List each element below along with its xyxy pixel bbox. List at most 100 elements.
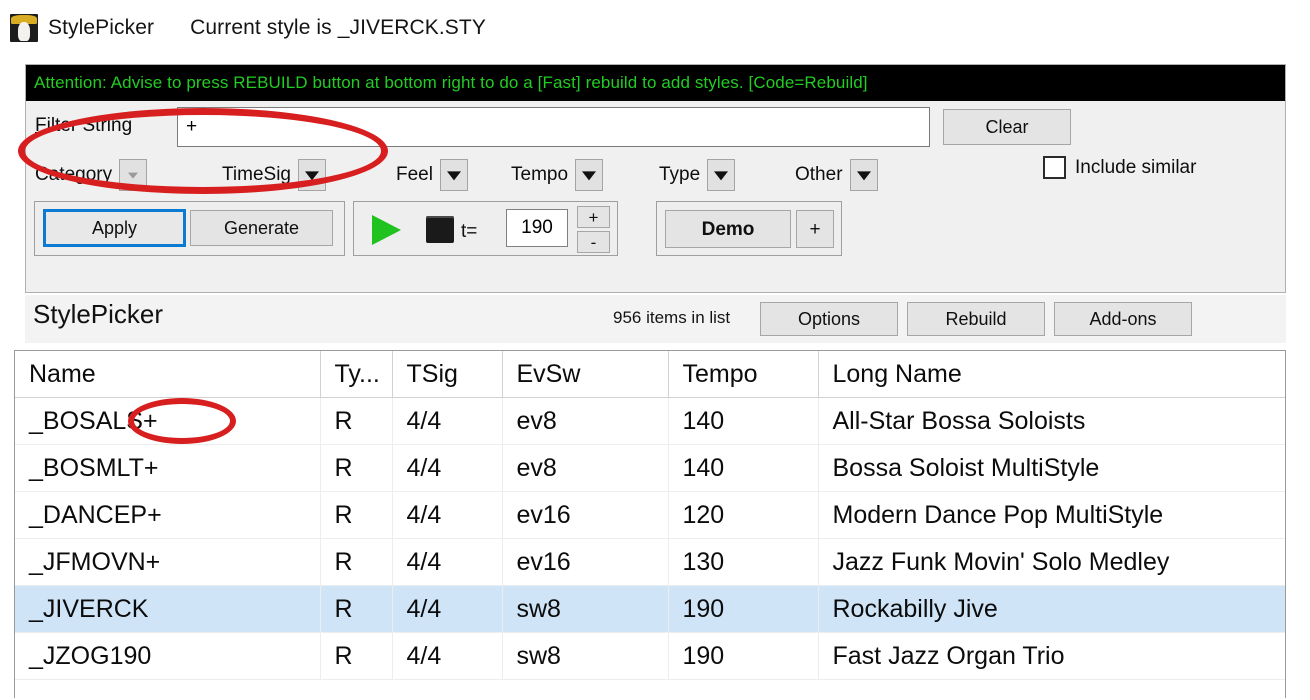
cell-tempo: 130 [668,539,818,586]
cell-tsig: 4/4 [392,633,502,680]
demo-group: Demo + [656,201,842,256]
title-bar: StylePicker Current style is _JIVERCK.ST… [0,0,1310,55]
tempo-decrement-button[interactable]: - [577,231,610,253]
dropdown-tempo-label: Tempo [511,164,568,186]
rebuild-button[interactable]: Rebuild [907,302,1045,336]
column-header-long-name[interactable]: Long Name [818,351,1285,398]
table-row[interactable]: _JIVERCKR4/4sw8190Rockabilly Jive [15,586,1285,633]
filter-dropdown-row: Category TimeSig Feel Tempo Type Other [26,153,1285,197]
cell-tempo: 140 [668,445,818,492]
dropdown-type[interactable]: Type [659,155,735,195]
dropdown-other-label: Other [795,164,843,186]
filter-string-label: Filter String [35,115,132,137]
dropdown-feel[interactable]: Feel [396,155,468,195]
cell-type: R [320,445,392,492]
chevron-down-icon[interactable] [440,159,468,191]
dropdown-other[interactable]: Other [795,155,878,195]
cell-tempo: 120 [668,492,818,539]
include-similar-label: Include similar [1075,157,1196,179]
stylepicker-window: StylePicker Current style is _JIVERCK.ST… [0,0,1310,700]
demo-button[interactable]: Demo [665,210,791,248]
table-row[interactable]: _JFMOVN+R4/4ev16130Jazz Funk Movin' Solo… [15,539,1285,586]
dropdown-category-label: Category [35,164,112,186]
cell-evsw: sw8 [502,633,668,680]
dropdown-feel-label: Feel [396,164,433,186]
filter-string-input[interactable] [177,107,930,147]
filter-accel-letter: F [35,115,47,136]
include-similar-checkbox-wrap[interactable]: Include similar [1043,156,1196,179]
cell-type: R [320,492,392,539]
cell-name: _JZOG190 [15,633,320,680]
tempo-input[interactable] [506,209,568,247]
dropdown-timesig[interactable]: TimeSig [222,155,326,195]
cell-type: R [320,539,392,586]
cell-name: _BOSALS+ [15,398,320,445]
dropdown-category[interactable]: Category [35,155,147,195]
cell-evsw: ev8 [502,398,668,445]
cell-tempo: 190 [668,586,818,633]
cell-evsw: ev8 [502,445,668,492]
stylepicker-heading: StylePicker [33,299,163,330]
chevron-down-icon[interactable] [575,159,603,191]
options-button[interactable]: Options [760,302,898,336]
table-row[interactable]: _JZOG190R4/4sw8190Fast Jazz Organ Trio [15,633,1285,680]
cell-type: R [320,586,392,633]
chevron-down-icon[interactable] [707,159,735,191]
addons-button[interactable]: Add-ons [1054,302,1192,336]
chevron-down-icon[interactable] [119,159,147,191]
column-header-tsig[interactable]: TSig [392,351,502,398]
tempo-prefix-label: t= [461,221,477,243]
cell-tsig: 4/4 [392,586,502,633]
cell-tsig: 4/4 [392,445,502,492]
transport-group: t= + - [353,201,618,256]
column-header-tempo[interactable]: Tempo [668,351,818,398]
play-icon[interactable] [372,215,401,245]
app-silhouette-icon [10,14,38,42]
demo-plus-button[interactable]: + [796,210,834,248]
cell-long-name: Fast Jazz Organ Trio [818,633,1285,680]
column-header-type[interactable]: Ty... [320,351,392,398]
dropdown-timesig-label: TimeSig [222,164,291,186]
cell-name: _DANCEP+ [15,492,320,539]
cell-name: _JIVERCK [15,586,320,633]
dropdown-tempo[interactable]: Tempo [511,155,603,195]
style-table: Name Ty... TSig EvSw Tempo Long Name _BO… [15,351,1286,680]
table-row[interactable]: _DANCEP+R4/4ev16120Modern Dance Pop Mult… [15,492,1285,539]
stylepicker-strip: StylePicker 956 items in list Options Re… [25,295,1286,343]
cell-name: _JFMOVN+ [15,539,320,586]
attention-banner: Attention: Advise to press REBUILD butto… [26,65,1285,101]
current-style-label: Current style is _JIVERCK.STY [190,16,486,40]
filter-label-rest: ilter String [47,115,133,136]
cell-long-name: Rockabilly Jive [818,586,1285,633]
include-similar-checkbox[interactable] [1043,156,1066,179]
filter-string-row: Filter String Clear [26,105,1285,153]
generate-button[interactable]: Generate [190,210,333,246]
cell-evsw: ev16 [502,492,668,539]
filter-panel: Attention: Advise to press REBUILD butto… [25,64,1286,293]
column-header-evsw[interactable]: EvSw [502,351,668,398]
tempo-increment-button[interactable]: + [577,206,610,228]
stop-icon[interactable] [426,216,454,243]
chevron-down-icon[interactable] [850,159,878,191]
app-title: StylePicker [48,16,154,40]
cell-name: _BOSMLT+ [15,445,320,492]
dropdown-type-label: Type [659,164,700,186]
attention-banner-text: Attention: Advise to press REBUILD butto… [26,73,868,93]
style-list[interactable]: Name Ty... TSig EvSw Tempo Long Name _BO… [14,350,1286,698]
cell-evsw: ev16 [502,539,668,586]
cell-type: R [320,633,392,680]
cell-evsw: sw8 [502,586,668,633]
chevron-down-icon[interactable] [298,159,326,191]
cell-type: R [320,398,392,445]
apply-button[interactable]: Apply [43,209,186,247]
cell-tsig: 4/4 [392,539,502,586]
table-row[interactable]: _BOSALS+R4/4ev8140All-Star Bossa Soloist… [15,398,1285,445]
table-row[interactable]: _BOSMLT+R4/4ev8140Bossa Soloist MultiSty… [15,445,1285,492]
table-header-row: Name Ty... TSig EvSw Tempo Long Name [15,351,1285,398]
cell-tempo: 190 [668,633,818,680]
cell-tsig: 4/4 [392,492,502,539]
clear-button[interactable]: Clear [943,109,1071,145]
cell-long-name: Modern Dance Pop MultiStyle [818,492,1285,539]
cell-tsig: 4/4 [392,398,502,445]
column-header-name[interactable]: Name [15,351,320,398]
